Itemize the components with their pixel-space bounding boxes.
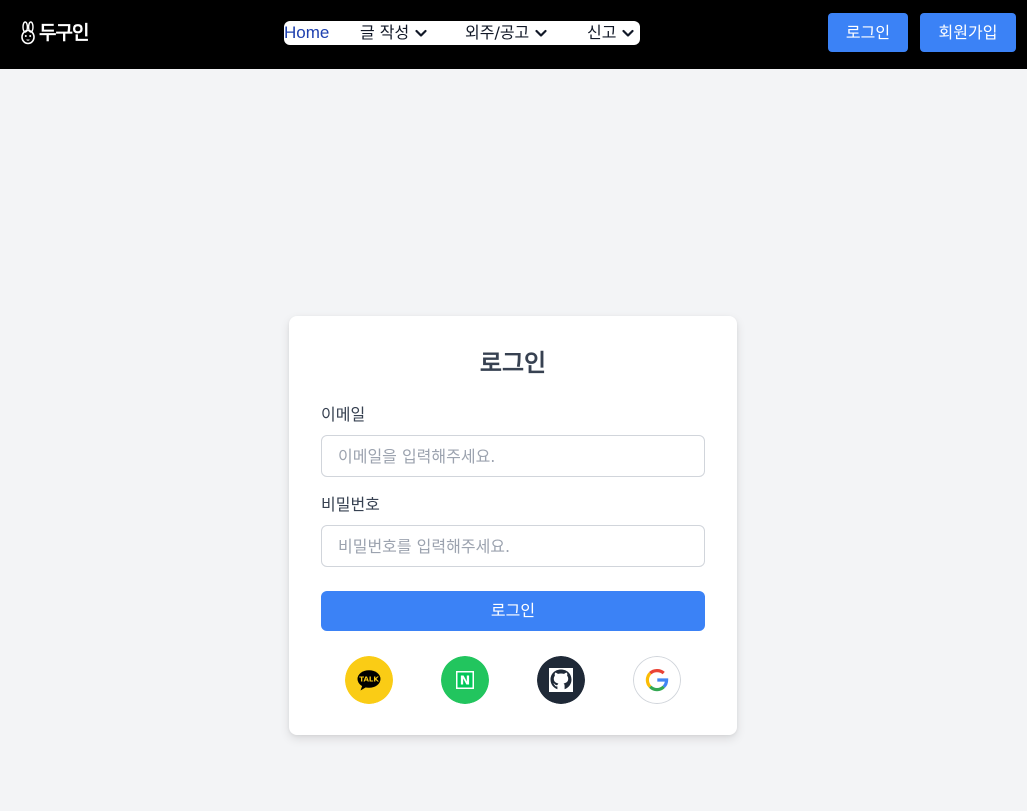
login-card: 로그인 이메일 비밀번호 로그인 TALK N <box>289 316 737 735</box>
site-logo[interactable]: 두구인 <box>20 20 89 46</box>
naver-icon: N <box>441 656 489 704</box>
rabbit-logo-icon <box>21 21 35 45</box>
chevron-down-icon <box>415 29 427 37</box>
nav-report-label: 신고 <box>587 23 617 42</box>
github-login-button[interactable] <box>537 656 585 704</box>
nav-report-dropdown[interactable]: 신고 <box>587 21 635 45</box>
kakao-icon-text: TALK <box>359 676 379 684</box>
email-input[interactable] <box>321 435 705 477</box>
chevron-down-icon <box>622 29 635 37</box>
nav-write-label: 글 작성 <box>360 23 410 42</box>
main-nav: Home 글 작성 외주/공고 신고 <box>284 21 640 45</box>
email-label: 이메일 <box>321 405 366 424</box>
naver-login-button[interactable]: N <box>441 656 489 704</box>
nav-write-dropdown[interactable]: 글 작성 <box>360 21 427 45</box>
login-submit-button[interactable]: 로그인 <box>321 591 705 631</box>
header-signup-button[interactable]: 회원가입 <box>920 13 1016 52</box>
google-icon <box>633 656 681 704</box>
top-nav-bar: 두구인 Home 글 작성 외주/공고 신고 로그인 회원가입 <box>0 0 1027 69</box>
kakao-talk-icon: TALK <box>345 656 393 704</box>
nav-home-label: Home <box>284 23 330 42</box>
naver-icon-text: N <box>460 673 470 688</box>
chevron-down-icon <box>535 29 547 37</box>
google-login-button[interactable] <box>633 656 681 704</box>
kakao-login-button[interactable]: TALK <box>345 656 393 704</box>
nav-jobs-label: 외주/공고 <box>465 23 530 42</box>
logo-text: 두구인 <box>39 22 89 44</box>
header-login-button[interactable]: 로그인 <box>828 13 908 52</box>
login-title: 로그인 <box>479 349 547 377</box>
nav-home-link[interactable]: Home <box>284 21 329 45</box>
password-label: 비밀번호 <box>321 495 380 514</box>
nav-jobs-dropdown[interactable]: 외주/공고 <box>465 21 547 45</box>
github-icon <box>537 656 585 704</box>
password-input[interactable] <box>321 525 705 567</box>
